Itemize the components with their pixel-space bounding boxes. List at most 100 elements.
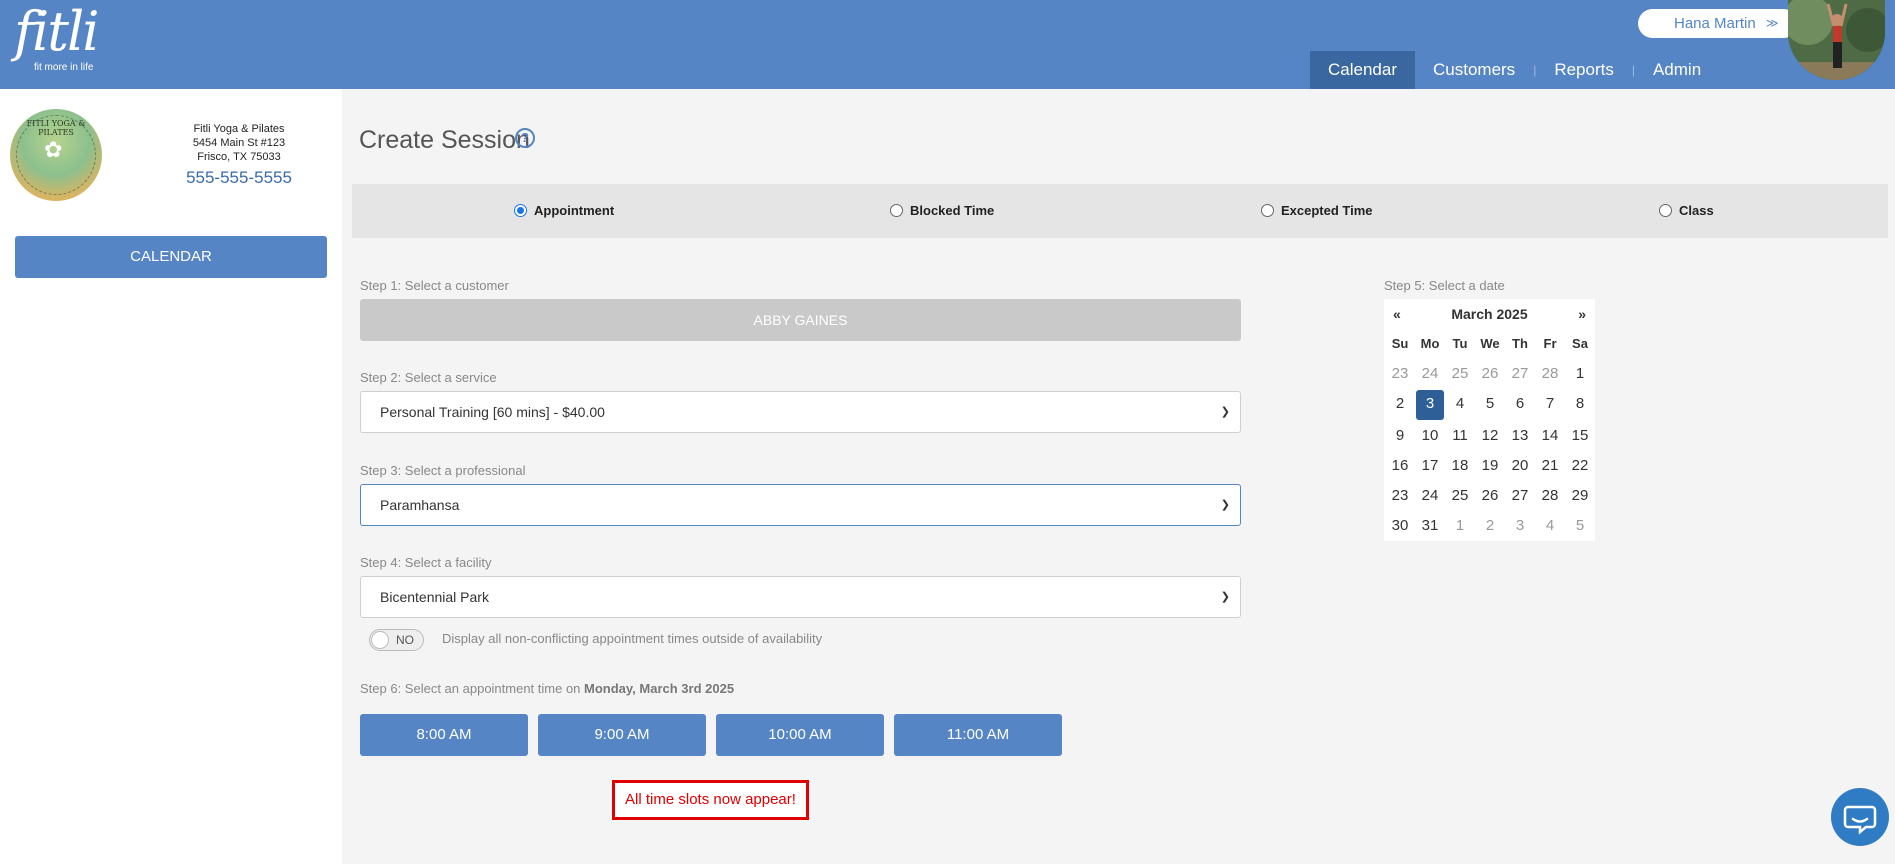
- date-picker: « March 2025 » Su Mo Tu We Th Fr Sa 23 24 25 26 27 2…: [1384, 299, 1595, 541]
- calendar-day[interactable]: 22: [1565, 451, 1595, 481]
- calendar-day[interactable]: 19: [1475, 451, 1505, 481]
- calendar-day[interactable]: 20: [1505, 451, 1535, 481]
- customer-select-button[interactable]: ABBY GAINES: [360, 299, 1241, 341]
- calendar-day[interactable]: 29: [1565, 481, 1595, 511]
- calendar-day[interactable]: 14: [1535, 421, 1565, 451]
- radio-appointment[interactable]: Appointment: [514, 203, 614, 218]
- facility-select[interactable]: Bicentennial Park ❯: [360, 576, 1241, 618]
- calendar-day[interactable]: 30: [1385, 511, 1415, 541]
- radio-blocked-time[interactable]: Blocked Time: [890, 203, 994, 218]
- calendar-day[interactable]: 13: [1505, 421, 1535, 451]
- help-icon[interactable]: ?: [515, 128, 535, 148]
- chat-bubble-icon: [1843, 805, 1877, 835]
- nav-reports[interactable]: Reports: [1536, 51, 1632, 89]
- user-name: Hana Martin: [1674, 15, 1756, 32]
- calendar-day-selected[interactable]: 3: [1416, 390, 1444, 420]
- calendar-day[interactable]: 6: [1505, 389, 1535, 419]
- professional-select[interactable]: Paramhansa ❯: [360, 484, 1241, 526]
- calendar-day[interactable]: 4: [1535, 511, 1565, 541]
- avatar[interactable]: [1788, 0, 1885, 80]
- calendar-button[interactable]: CALENDAR: [15, 236, 327, 278]
- sidebar: FITLI YOGA & PILATES ✿ Fitli Yoga & Pila…: [0, 89, 342, 864]
- calendar-day[interactable]: 21: [1535, 451, 1565, 481]
- calendar-day[interactable]: 11: [1445, 421, 1475, 451]
- time-slot-button[interactable]: 10:00 AM: [716, 714, 884, 756]
- calendar-day[interactable]: 24: [1415, 481, 1445, 511]
- chevron-down-icon: ❯: [1220, 499, 1230, 511]
- radio-button[interactable]: [1659, 204, 1672, 217]
- calendar-day[interactable]: 18: [1445, 451, 1475, 481]
- time-slot-button[interactable]: 8:00 AM: [360, 714, 528, 756]
- availability-toggle-label: Display all non-conflicting appointment …: [442, 631, 823, 646]
- calendar-day[interactable]: 25: [1445, 359, 1475, 389]
- calendar-day[interactable]: 5: [1565, 511, 1595, 541]
- calendar-day[interactable]: 31: [1415, 511, 1445, 541]
- fitli-logo[interactable]: fitli fit more in life: [14, 0, 99, 74]
- calendar-day[interactable]: 7: [1535, 389, 1565, 419]
- radio-button[interactable]: [514, 204, 527, 217]
- calendar-day[interactable]: 15: [1565, 421, 1595, 451]
- calendar-day[interactable]: 2: [1385, 389, 1415, 419]
- calendar-day[interactable]: 2: [1475, 511, 1505, 541]
- nav-calendar[interactable]: Calendar: [1310, 51, 1415, 89]
- radio-excepted-time[interactable]: Excepted Time: [1261, 203, 1373, 218]
- business-phone[interactable]: 555-555-5555: [168, 168, 310, 188]
- date-picker-grid: Su Mo Tu We Th Fr Sa 23 24 25 26 27 28 1 2 3 4 5 6 7 8 9 10 11 1…: [1384, 329, 1595, 541]
- calendar-day[interactable]: 26: [1475, 481, 1505, 511]
- business-address-line1: 5454 Main St #123: [192, 137, 286, 149]
- availability-toggle[interactable]: NO: [369, 629, 424, 651]
- business-info: Fitli Yoga & Pilates 5454 Main St #123 F…: [168, 122, 310, 188]
- weekday-header: We: [1480, 336, 1500, 351]
- calendar-day[interactable]: 1: [1565, 359, 1595, 389]
- calendar-day[interactable]: 10: [1415, 421, 1445, 451]
- logo-wordmark: fitli: [14, 0, 99, 63]
- toggle-knob: [371, 631, 389, 649]
- calendar-day[interactable]: 27: [1505, 359, 1535, 389]
- calendar-day[interactable]: 28: [1535, 481, 1565, 511]
- calendar-day[interactable]: 27: [1505, 481, 1535, 511]
- calendar-day[interactable]: 26: [1475, 359, 1505, 389]
- calendar-day[interactable]: 3: [1505, 511, 1535, 541]
- calendar-day[interactable]: 12: [1475, 421, 1505, 451]
- chevron-down-icon: ≫: [1766, 16, 1779, 30]
- calendar-day[interactable]: 25: [1445, 481, 1475, 511]
- calendar-day[interactable]: 4: [1445, 389, 1475, 419]
- nav-admin[interactable]: Admin: [1635, 51, 1719, 89]
- professional-value: Paramhansa: [380, 497, 460, 513]
- radio-class[interactable]: Class: [1659, 203, 1714, 218]
- calendar-day[interactable]: 1: [1445, 511, 1475, 541]
- page-title: Create Session: [359, 126, 530, 154]
- time-slot-button[interactable]: 9:00 AM: [538, 714, 706, 756]
- radio-label: Blocked Time: [910, 203, 995, 218]
- radio-button[interactable]: [890, 204, 903, 217]
- step5-label: Step 5: Select a date: [1384, 278, 1505, 293]
- calendar-day[interactable]: 17: [1415, 451, 1445, 481]
- user-menu[interactable]: Hana Martin ≫: [1638, 9, 1798, 38]
- weekday-header: Fr: [1543, 336, 1557, 351]
- calendar-day[interactable]: 23: [1385, 481, 1415, 511]
- time-slot-button[interactable]: 11:00 AM: [894, 714, 1062, 756]
- radio-button[interactable]: [1261, 204, 1274, 217]
- calendar-day[interactable]: 5: [1475, 389, 1505, 419]
- step2-label: Step 2: Select a service: [360, 370, 497, 385]
- logo-text: FITLI YOGA & PILATES: [26, 119, 86, 137]
- weekday-header: Sa: [1572, 336, 1588, 351]
- nav-customers[interactable]: Customers: [1415, 51, 1533, 89]
- prev-month-button[interactable]: «: [1393, 306, 1401, 322]
- calendar-day[interactable]: 16: [1385, 451, 1415, 481]
- next-month-button[interactable]: »: [1578, 306, 1586, 322]
- toggle-state: NO: [396, 633, 414, 647]
- weekday-header: Su: [1391, 336, 1409, 351]
- calendar-day[interactable]: 24: [1415, 359, 1445, 389]
- calendar-day[interactable]: 23: [1385, 359, 1415, 389]
- annotation-notice: All time slots now appear!: [612, 780, 809, 820]
- service-value: Personal Training [60 mins] - $40.00: [380, 404, 605, 420]
- calendar-day[interactable]: 8: [1565, 389, 1595, 419]
- weekday-header: Tu: [1452, 336, 1468, 351]
- calendar-day[interactable]: 28: [1535, 359, 1565, 389]
- calendar-day[interactable]: 9: [1385, 421, 1415, 451]
- meditation-icon: ✿: [44, 137, 63, 162]
- chat-button[interactable]: [1831, 788, 1889, 846]
- service-select[interactable]: Personal Training [60 mins] - $40.00 ❯: [360, 391, 1241, 433]
- month-label[interactable]: March 2025: [1451, 306, 1527, 322]
